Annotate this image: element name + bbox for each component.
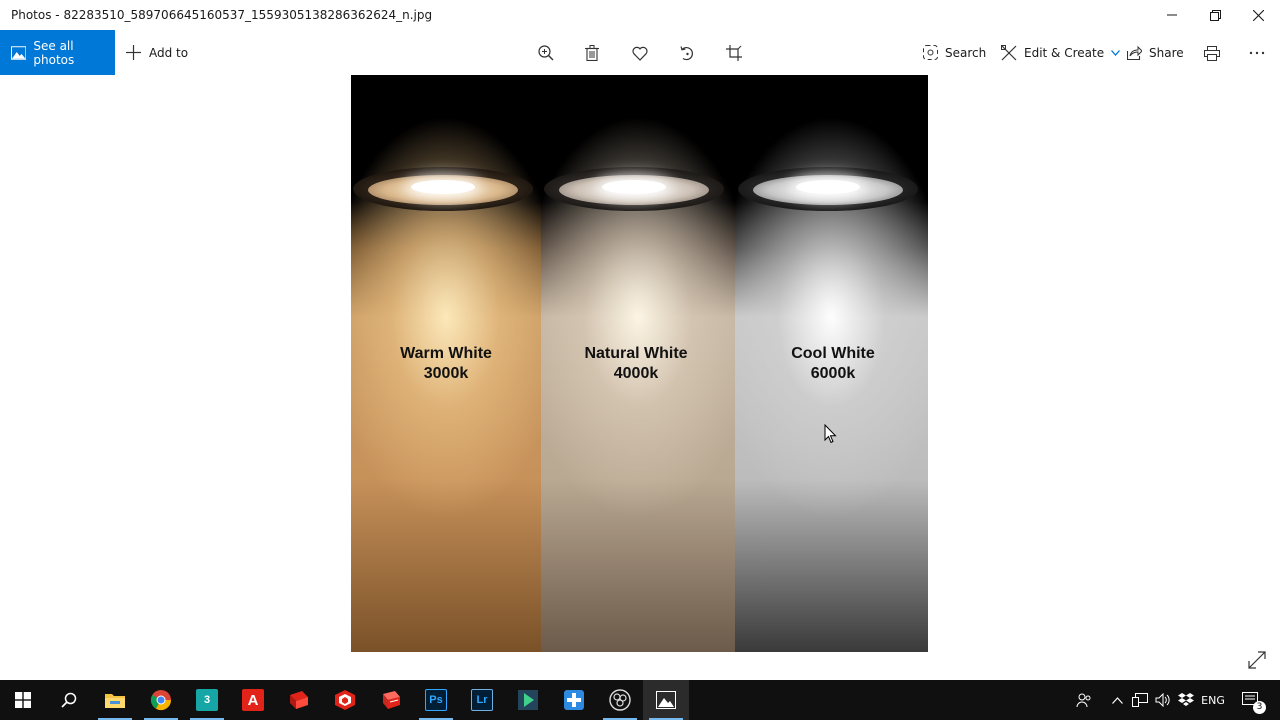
cool-white-name: Cool White xyxy=(791,345,875,362)
network-button[interactable] xyxy=(1130,680,1150,720)
windows-start-icon xyxy=(15,692,31,708)
search-people-icon xyxy=(923,45,938,60)
edit-create-label: Edit & Create xyxy=(1024,45,1105,60)
chrome-button[interactable] xyxy=(138,680,184,720)
zoom-button[interactable] xyxy=(535,42,557,64)
printer-icon xyxy=(1204,45,1220,61)
people-button[interactable] xyxy=(1071,680,1097,720)
photos-button[interactable] xyxy=(643,680,689,720)
autocad-button[interactable]: A xyxy=(230,680,276,720)
search-button[interactable]: Search xyxy=(923,30,986,75)
share-icon xyxy=(1127,45,1142,60)
photoshop-button[interactable]: Ps xyxy=(413,680,459,720)
action-center-button[interactable]: 3 xyxy=(1236,680,1266,720)
chrome-icon xyxy=(150,690,172,711)
app-button[interactable] xyxy=(505,680,551,720)
edit-icon xyxy=(1001,44,1017,60)
sketchup-icon xyxy=(335,690,355,710)
see-all-photos-button[interactable]: See all photos xyxy=(0,30,115,75)
minimize-button[interactable] xyxy=(1149,0,1195,30)
network-icon xyxy=(1132,693,1148,707)
more-options-button[interactable] xyxy=(1246,42,1268,64)
title-bar: Photos - 82283510_589706645160537_155930… xyxy=(0,0,1280,30)
taskbar: 3 A Ps Lr ENG 3 xyxy=(0,680,1280,720)
natural-downlight xyxy=(544,167,724,211)
volume-button[interactable] xyxy=(1153,680,1173,720)
3ds-max-button[interactable]: 3 xyxy=(184,680,230,720)
natural-white-name: Natural White xyxy=(584,345,688,362)
search-icon xyxy=(61,692,77,708)
app-plus-button[interactable] xyxy=(551,680,597,720)
picture-icon xyxy=(11,45,27,60)
crop-icon xyxy=(726,45,742,61)
rotate-icon xyxy=(680,46,693,61)
app-plus-icon xyxy=(564,690,584,710)
crop-button[interactable] xyxy=(723,42,745,64)
cool-white-temp: 6000k xyxy=(810,365,856,382)
more-icon xyxy=(1249,51,1265,55)
search-label: Search xyxy=(945,45,987,60)
obs-button[interactable] xyxy=(597,680,643,720)
chevron-up-icon xyxy=(1111,696,1123,704)
photos-window: Photos - 82283510_589706645160537_155930… xyxy=(0,0,1280,680)
warm-white-name: Warm White xyxy=(400,345,492,362)
show-hidden-icons-button[interactable] xyxy=(1108,680,1126,720)
app-icon xyxy=(518,690,538,710)
rotate-button[interactable] xyxy=(676,42,698,64)
taskbar-search-button[interactable] xyxy=(46,680,92,720)
dropbox-button[interactable] xyxy=(1176,680,1196,720)
obs-icon xyxy=(609,689,631,711)
folder-icon xyxy=(105,694,125,708)
favorite-button[interactable] xyxy=(629,42,651,64)
people-icon xyxy=(1076,693,1091,708)
window-title: Photos - 82283510_589706645160537_155930… xyxy=(11,8,433,22)
cool-white-label: Cool White 6000k xyxy=(758,344,908,384)
dropbox-icon xyxy=(1178,693,1194,706)
speaker-icon xyxy=(1155,693,1170,707)
restore-button[interactable] xyxy=(1192,0,1238,30)
warm-white-temp: 3000k xyxy=(423,365,469,382)
trash-icon xyxy=(585,45,599,61)
lightroom-icon: Lr xyxy=(471,689,493,711)
start-button[interactable] xyxy=(0,680,46,720)
fullscreen-button[interactable] xyxy=(1247,650,1267,670)
warm-downlight xyxy=(353,167,533,211)
file-explorer-button[interactable] xyxy=(92,680,138,720)
share-button[interactable]: Share xyxy=(1127,30,1184,75)
photoshop-icon: Ps xyxy=(425,689,447,711)
share-label: Share xyxy=(1149,45,1184,60)
mouse-cursor-icon xyxy=(824,424,837,444)
edit-create-button[interactable]: Edit & Create xyxy=(1001,30,1121,75)
photos-icon xyxy=(656,691,676,709)
expand-icon xyxy=(1248,651,1266,669)
print-button[interactable] xyxy=(1201,42,1223,64)
3ds-max-icon: 3 xyxy=(196,689,218,711)
plus-icon xyxy=(126,45,141,60)
cool-downlight xyxy=(738,167,918,211)
sketchup-alt-icon xyxy=(383,691,400,709)
warm-white-label: Warm White 3000k xyxy=(371,344,521,384)
add-to-button[interactable]: Add to xyxy=(126,30,188,75)
heart-icon xyxy=(632,46,648,61)
see-all-photos-label: See all photos xyxy=(33,38,75,67)
chevron-down-icon xyxy=(1111,49,1121,56)
zoom-in-icon xyxy=(538,45,554,61)
autocad-icon: A xyxy=(242,689,264,711)
photo-viewer-image[interactable]: Warm White 3000k Natural White 4000k Coo… xyxy=(351,75,928,652)
natural-white-temp: 4000k xyxy=(613,365,659,382)
sketchup-button[interactable] xyxy=(322,680,368,720)
lightroom-button[interactable]: Lr xyxy=(459,680,505,720)
language-indicator[interactable]: ENG xyxy=(1198,680,1228,720)
add-to-label: Add to xyxy=(149,45,189,60)
autocad-alt-button[interactable] xyxy=(276,680,322,720)
sketchup-alt-button[interactable] xyxy=(368,680,414,720)
natural-white-label: Natural White 4000k xyxy=(561,344,711,384)
autocad-alt-icon xyxy=(290,691,308,709)
toolbar: See all photos Add to Search Edit & Crea… xyxy=(0,30,1280,75)
delete-button[interactable] xyxy=(581,42,603,64)
close-button[interactable] xyxy=(1235,0,1280,30)
notification-count: 3 xyxy=(1253,701,1266,714)
